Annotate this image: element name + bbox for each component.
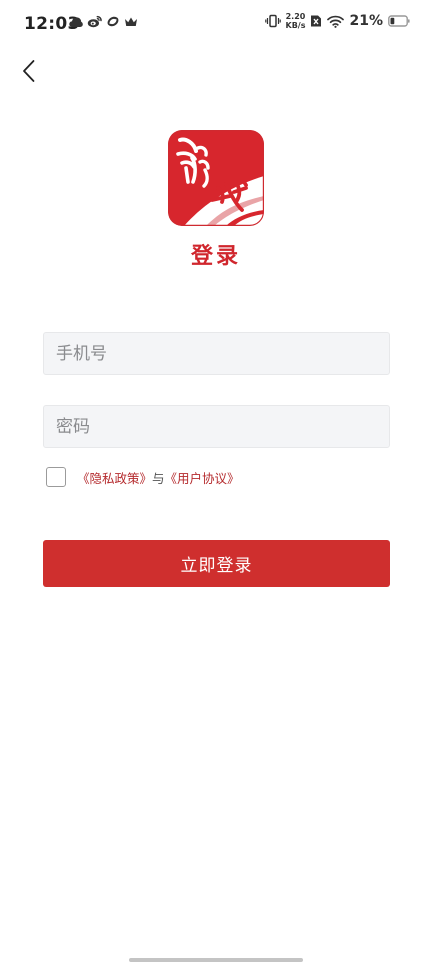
net-speed-unit: KB/s (285, 21, 306, 30)
no-sim-icon (311, 15, 322, 27)
cloud-icon (69, 16, 83, 27)
net-speed-indicator: 2.20 KB/s (286, 12, 306, 30)
chevron-left-icon (23, 60, 35, 82)
home-indicator[interactable] (129, 958, 303, 962)
agreement-conjunction: 与 (152, 470, 165, 486)
vibrate-icon (264, 14, 281, 28)
password-input[interactable] (43, 405, 390, 448)
weibo-icon (87, 15, 102, 28)
status-bar: 12:03 2.20 KB/s 21% (0, 0, 432, 52)
user-agreement-link[interactable]: 《用户协议》 (165, 471, 240, 486)
login-button[interactable]: 立即登录 (43, 540, 390, 587)
agreement-text: 《隐私政策》与《用户协议》 (77, 468, 240, 487)
crown-icon (125, 17, 137, 26)
phone-input[interactable] (43, 332, 390, 375)
sync-app-icon (107, 16, 119, 27)
net-speed-value: 2.20 (285, 12, 306, 21)
battery-icon (388, 15, 410, 27)
battery-percentage: 21% (349, 13, 383, 29)
agreement-checkbox[interactable] (46, 467, 66, 487)
back-button[interactable] (14, 56, 44, 86)
wifi-icon (327, 15, 345, 28)
app-logo (168, 130, 264, 226)
system-status-icons: 2.20 KB/s 21% (264, 12, 411, 30)
notification-icons (69, 15, 138, 28)
privacy-policy-link[interactable]: 《隐私政策》 (77, 471, 152, 486)
agreement-row: 《隐私政策》与《用户协议》 (46, 466, 240, 488)
page-title: 登录 (190, 244, 241, 269)
